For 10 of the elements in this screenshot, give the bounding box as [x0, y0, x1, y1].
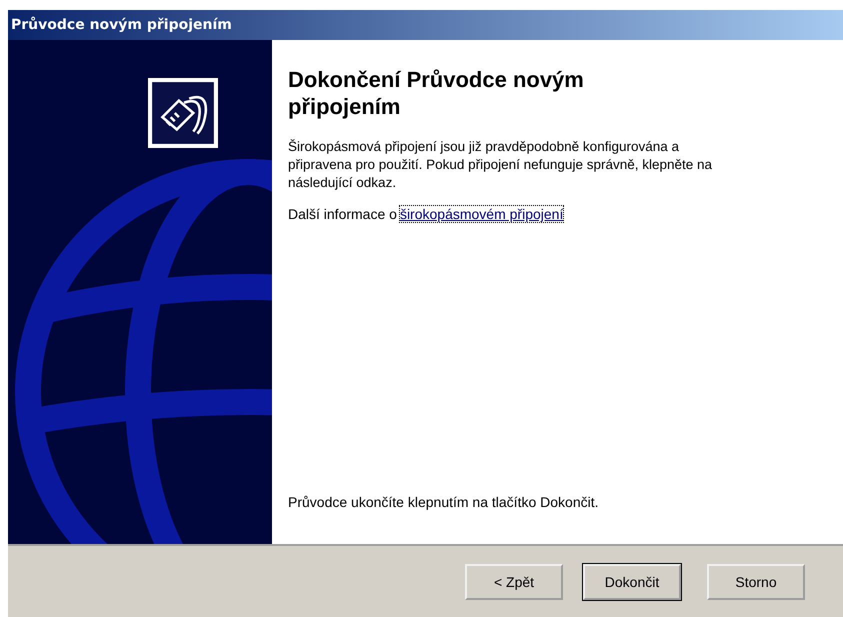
info-text: Další informace o: [288, 206, 397, 222]
finish-hint-text: Průvodce ukončíte klepnutím na tlačítko Dokončit.: [288, 494, 600, 510]
window-title: Průvodce novým připojením: [11, 17, 232, 33]
dialog-button[interactable]: Dokončit: [583, 564, 681, 600]
dialog-button[interactable]: < Zpět: [465, 564, 563, 600]
wizard-heading: Dokončení Průvodce novým připojením: [288, 66, 585, 120]
broadband-link[interactable]: širokopásmovém připojení: [400, 206, 564, 222]
network-cable-icon: [148, 78, 218, 148]
dialog-button[interactable]: Storno: [707, 564, 805, 600]
description-text: Širokopásmová připojení jsou již pravděpodobně konfigurována a připravena pro použití. Pokud připojení nefunguje správně, klepněte na následující odkaz.: [288, 138, 714, 192]
